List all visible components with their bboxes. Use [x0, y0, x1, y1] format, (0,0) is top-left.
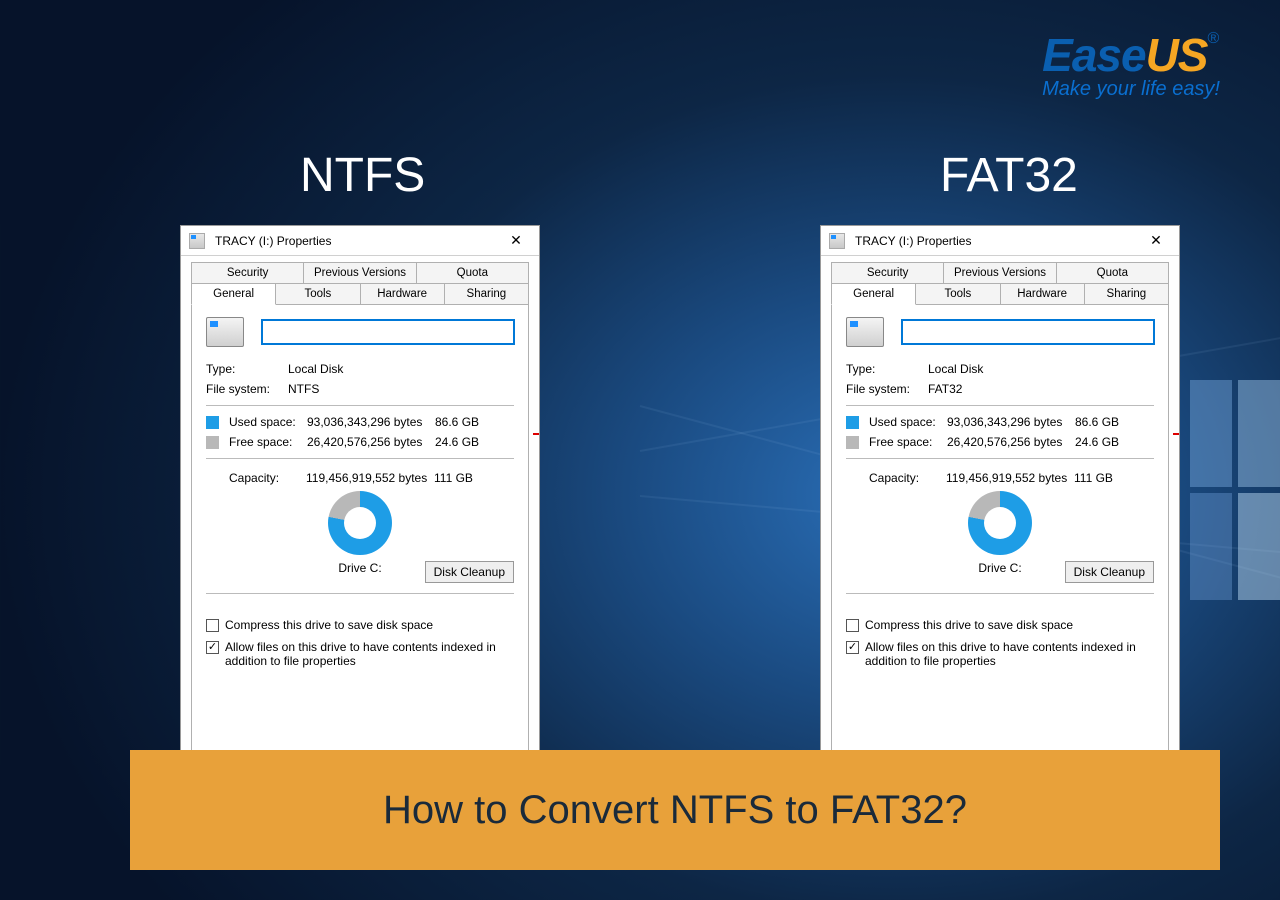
used-swatch-icon: [846, 416, 859, 429]
capacity-hr: 111 GB: [434, 471, 473, 485]
logo-tagline: Make your life easy!: [1042, 78, 1220, 101]
fs-value: NTFS: [288, 382, 319, 396]
disk-cleanup-button[interactable]: Disk Cleanup: [425, 561, 514, 583]
compress-checkbox[interactable]: [846, 619, 859, 632]
type-label: Type:: [206, 362, 288, 376]
heading-fat32: FAT32: [940, 148, 1078, 203]
logo-us: US: [1146, 29, 1208, 81]
fs-value: FAT32: [928, 382, 962, 396]
logo-ease: Ease: [1042, 29, 1145, 81]
tab-security[interactable]: Security: [191, 262, 304, 284]
free-swatch-icon: [846, 436, 859, 449]
drive-big-icon: [846, 317, 884, 347]
close-button[interactable]: ✕: [501, 230, 531, 252]
type-value: Local Disk: [928, 362, 983, 376]
disk-cleanup-button[interactable]: Disk Cleanup: [1065, 561, 1154, 583]
easeus-logo: EaseUS® Make your life easy!: [1042, 28, 1220, 101]
red-marker-icon: [1173, 433, 1179, 435]
free-hr: 24.6 GB: [435, 435, 479, 449]
dialog-title: TRACY (I:) Properties: [215, 234, 331, 248]
free-label: Free space:: [229, 435, 307, 449]
used-label: Used space:: [869, 415, 947, 429]
index-checkbox[interactable]: [206, 641, 219, 654]
capacity-label: Capacity:: [846, 471, 946, 485]
fs-label: File system:: [846, 382, 928, 396]
dialog-title: TRACY (I:) Properties: [855, 234, 971, 248]
tab-general[interactable]: General: [191, 283, 276, 305]
tab-sharing[interactable]: Sharing: [445, 283, 529, 305]
capacity-bytes: 119,456,919,552 bytes: [306, 471, 434, 485]
free-swatch-icon: [206, 436, 219, 449]
properties-dialog-ntfs: TRACY (I:) Properties ✕ Security Previou…: [180, 225, 540, 770]
drive-name-input[interactable]: [262, 320, 514, 344]
used-hr: 86.6 GB: [435, 415, 479, 429]
titlebar[interactable]: TRACY (I:) Properties ✕: [181, 226, 539, 256]
used-hr: 86.6 GB: [1075, 415, 1119, 429]
tab-tools[interactable]: Tools: [276, 283, 360, 305]
type-value: Local Disk: [288, 362, 343, 376]
drive-name-input[interactable]: [902, 320, 1154, 344]
capacity-label: Capacity:: [206, 471, 306, 485]
banner-text: How to Convert NTFS to FAT32?: [383, 788, 967, 833]
index-checkbox[interactable]: [846, 641, 859, 654]
drive-icon: [829, 233, 845, 249]
used-bytes: 93,036,343,296 bytes: [947, 415, 1075, 429]
tab-quota[interactable]: Quota: [417, 262, 529, 284]
compress-label: Compress this drive to save disk space: [225, 618, 433, 632]
tab-general[interactable]: General: [831, 283, 916, 305]
index-label: Allow files on this drive to have conten…: [225, 640, 514, 668]
properties-dialog-fat32: TRACY (I:) Properties ✕ Security Previou…: [820, 225, 1180, 770]
free-bytes: 26,420,576,256 bytes: [307, 435, 435, 449]
banner: How to Convert NTFS to FAT32?: [130, 750, 1220, 870]
fs-label: File system:: [206, 382, 288, 396]
tab-quota[interactable]: Quota: [1057, 262, 1169, 284]
drive-icon: [189, 233, 205, 249]
tab-hardware[interactable]: Hardware: [361, 283, 445, 305]
tab-tools[interactable]: Tools: [916, 283, 1000, 305]
red-marker-icon: [533, 433, 539, 435]
used-label: Used space:: [229, 415, 307, 429]
index-label: Allow files on this drive to have conten…: [865, 640, 1154, 668]
free-label: Free space:: [869, 435, 947, 449]
used-swatch-icon: [206, 416, 219, 429]
tab-previous-versions[interactable]: Previous Versions: [944, 262, 1056, 284]
usage-donut-icon: [328, 491, 392, 555]
tab-security[interactable]: Security: [831, 262, 944, 284]
titlebar[interactable]: TRACY (I:) Properties ✕: [821, 226, 1179, 256]
tab-previous-versions[interactable]: Previous Versions: [304, 262, 416, 284]
used-bytes: 93,036,343,296 bytes: [307, 415, 435, 429]
close-button[interactable]: ✕: [1141, 230, 1171, 252]
usage-donut-icon: [968, 491, 1032, 555]
compress-label: Compress this drive to save disk space: [865, 618, 1073, 632]
heading-ntfs: NTFS: [300, 148, 425, 203]
windows-logo-squares: [1190, 380, 1280, 600]
tab-sharing[interactable]: Sharing: [1085, 283, 1169, 305]
drive-big-icon: [206, 317, 244, 347]
tab-hardware[interactable]: Hardware: [1001, 283, 1085, 305]
capacity-hr: 111 GB: [1074, 471, 1113, 485]
free-bytes: 26,420,576,256 bytes: [947, 435, 1075, 449]
type-label: Type:: [846, 362, 928, 376]
capacity-bytes: 119,456,919,552 bytes: [946, 471, 1074, 485]
logo-registered: ®: [1207, 30, 1218, 47]
free-hr: 24.6 GB: [1075, 435, 1119, 449]
compress-checkbox[interactable]: [206, 619, 219, 632]
